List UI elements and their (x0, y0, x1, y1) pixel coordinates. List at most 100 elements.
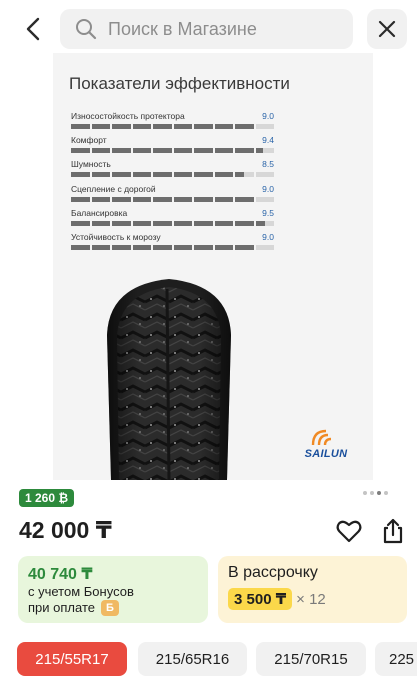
metric-bar-segment (235, 220, 254, 226)
metric-bar-segment (132, 196, 151, 202)
metric-bar-fill (71, 172, 90, 178)
bonus-price: 40 740 ₸ (28, 566, 93, 583)
metric-bar-segment (132, 172, 151, 178)
installment-card[interactable]: В рассрочку 3 500 ₸ × 12 (218, 556, 407, 623)
chevron-left-icon (26, 17, 40, 41)
bonus-price-card[interactable]: 40 740 ₸ с учетом Бонусов при оплате Б (18, 556, 208, 623)
metric-bar-segment (173, 172, 192, 178)
metric-bar-fill (132, 172, 151, 178)
metric-bar-fill (194, 196, 213, 202)
size-chip[interactable]: 215/55R17 (17, 642, 127, 676)
metric-row: Устойчивость к морозу 9.0 (71, 232, 274, 256)
gallery-dot[interactable] (377, 491, 381, 495)
metric-bar-fill (132, 220, 151, 226)
metric-bar-segment (132, 124, 151, 129)
metric-row: Балансировка 9.5 (71, 208, 274, 232)
metric-bar-fill (173, 220, 192, 226)
metric-bar-segment (71, 220, 90, 226)
metric-bar-segment (112, 148, 131, 154)
metric-bar-segment (112, 196, 131, 202)
metric-bar-segment (255, 244, 274, 250)
metric-bar-segment (71, 196, 90, 202)
installment-title: В рассрочку (228, 564, 318, 581)
metric-bar-segment (214, 124, 233, 129)
metric-bar-segment (235, 244, 254, 250)
metric-bar-fill (194, 148, 213, 154)
metric-bar-fill (214, 148, 233, 154)
product-image[interactable]: Показатели эффективности Износостойкость… (53, 53, 373, 480)
metric-bar (71, 196, 274, 202)
gallery-dots[interactable] (363, 491, 388, 495)
metric-bar-fill (194, 172, 213, 178)
metric-bar-segment (235, 196, 254, 202)
metric-bar-segment (91, 148, 110, 154)
metric-bar-segment (173, 148, 192, 154)
size-chip[interactable]: 215/65R16 (138, 642, 247, 676)
metric-row: Износостойкость протектора 9.0 (71, 111, 274, 135)
metric-bar-fill (235, 148, 254, 154)
metric-bar-segment (214, 220, 233, 226)
share-icon (383, 518, 403, 544)
metric-bar-segment (132, 220, 151, 226)
metric-bar-segment (214, 172, 233, 178)
gallery-dot[interactable] (384, 491, 388, 495)
metric-bar-segment (153, 124, 172, 129)
metric-bar-fill (173, 172, 192, 178)
metric-bar-fill (214, 220, 233, 226)
metric-bar-segment (194, 124, 213, 129)
metric-bar-fill (91, 220, 110, 226)
top-bar (0, 0, 417, 60)
metric-bar-fill (71, 124, 90, 129)
close-button[interactable] (367, 9, 407, 49)
search-bar[interactable] (60, 9, 353, 49)
metric-bar-segment (255, 124, 274, 129)
metric-bar-segment (214, 148, 233, 154)
share-button[interactable] (380, 517, 406, 545)
metric-bar-fill (173, 196, 192, 202)
metric-bar-segment (91, 124, 110, 129)
metric-bar-segment (255, 148, 274, 154)
size-selector: 215/55R17 215/65R16 215/70R15 225 (17, 642, 417, 676)
metric-row: Сцепление с дорогой 9.0 (71, 184, 274, 208)
metric-bar-segment (112, 244, 131, 250)
metric-bar (71, 124, 274, 129)
brand-name: SAILUN (304, 448, 348, 460)
metric-value: 9.4 (262, 135, 274, 146)
metric-bar-fill (153, 148, 172, 154)
favorite-button[interactable] (335, 517, 363, 545)
metric-bar-fill (235, 172, 245, 178)
metric-bar-fill (173, 244, 192, 250)
bonus-coin-icon: Б (100, 600, 119, 616)
metric-bar-segment (71, 244, 90, 250)
metric-bar-fill (91, 172, 110, 178)
metric-bar-fill (173, 148, 192, 154)
metric-bar (71, 148, 274, 154)
product-price: 42 000 ₸ (19, 517, 112, 543)
metric-bar-segment (132, 148, 151, 154)
metric-bar-fill (214, 196, 233, 202)
metric-bar-segment (153, 148, 172, 154)
sailun-logo-icon (311, 429, 332, 446)
metric-bar-segment (112, 220, 131, 226)
metric-bar-fill (132, 124, 151, 129)
metric-row: Шумность 8.5 (71, 159, 274, 183)
gallery-dot[interactable] (370, 491, 374, 495)
metric-bar-segment (153, 172, 172, 178)
metric-bar-segment (153, 244, 172, 250)
metric-bar-fill (235, 220, 254, 226)
gallery-dot[interactable] (363, 491, 367, 495)
search-input[interactable] (108, 18, 338, 40)
metric-bar-fill (132, 244, 151, 250)
metric-bar (71, 244, 274, 250)
metric-bar-segment (91, 244, 110, 250)
size-chip[interactable]: 225 (375, 642, 417, 676)
metric-bar-segment (235, 172, 254, 178)
metric-row: Комфорт 9.4 (71, 135, 274, 159)
metric-bar-fill (153, 196, 172, 202)
metric-bar-fill (112, 172, 131, 178)
size-chip[interactable]: 215/70R15 (256, 642, 366, 676)
metric-bar-fill (235, 244, 254, 250)
metric-label: Шумность (71, 159, 111, 170)
back-button[interactable] (16, 12, 50, 46)
metric-bar-fill (91, 124, 110, 129)
